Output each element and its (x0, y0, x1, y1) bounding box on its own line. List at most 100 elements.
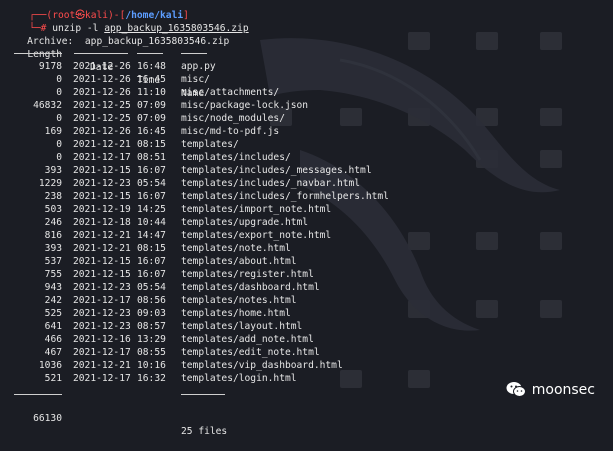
file-date: 2021-12-25 (73, 100, 131, 111)
file-time: 05:54 (137, 282, 166, 293)
file-time: 10:44 (137, 217, 166, 228)
header-rule-name (181, 53, 207, 54)
file-time: 08:15 (137, 139, 166, 150)
file-length: 755 (44, 269, 62, 280)
file-name: app.py (181, 61, 216, 72)
file-time: 08:51 (137, 152, 166, 163)
file-name: templates/upgrade.html (181, 217, 309, 228)
file-name: templates/includes/ (181, 152, 291, 163)
file-name: templates/note.html (181, 243, 291, 254)
file-row: 1229 2021-12-23 05:54 templates/includes/_n… (0, 177, 613, 190)
file-length: 242 (44, 295, 62, 306)
file-time: 16:32 (137, 373, 166, 384)
file-time: 16:07 (137, 256, 166, 267)
terminal-window[interactable]: ┌──(root㉿kali)-[/home/kali] └─# unzip -l… (0, 0, 613, 437)
file-date: 2021-12-16 (73, 334, 131, 345)
prompt-header: ┌──(root㉿kali)-[/home/kali] (29, 10, 189, 21)
file-length: 0 (56, 152, 62, 163)
file-row: 466 2021-12-16 13:29 templates/add_note.htm… (0, 333, 613, 346)
file-row: 0 2021-12-26 11:10 misc/attachments/ (0, 86, 613, 99)
file-length: 0 (56, 87, 62, 98)
file-name: templates/vip_dashboard.html (181, 360, 343, 371)
file-date: 2021-12-21 (73, 139, 131, 150)
file-name: templates/includes/_navbar.html (181, 178, 361, 189)
file-name: misc/md-to-pdf.js (181, 126, 280, 137)
file-row: 467 2021-12-17 08:55 templates/edit_note.ht… (0, 346, 613, 359)
file-length: 393 (44, 165, 62, 176)
file-name: templates/includes/_messages.html (181, 165, 372, 176)
file-name: templates/home.html (181, 308, 291, 319)
file-time: 16:45 (137, 126, 166, 137)
file-time: 14:47 (137, 230, 166, 241)
file-row: 238 2021-12-15 16:07 templates/includes/_fo… (0, 190, 613, 203)
file-name: templates/register.html (181, 269, 314, 280)
file-date: 2021-12-15 (73, 269, 131, 280)
file-date: 2021-12-18 (73, 217, 131, 228)
file-length: 9178 (38, 61, 62, 72)
file-name: misc/ (181, 74, 210, 85)
file-name: misc/attachments/ (181, 87, 280, 98)
file-row: 816 2021-12-21 14:47 templates/export_note.… (0, 229, 613, 242)
file-name: templates/about.html (181, 256, 297, 267)
file-row: 755 2021-12-15 16:07 templates/register.htm… (0, 268, 613, 281)
file-length: 503 (44, 204, 62, 215)
watermark: moonsec (506, 381, 595, 398)
file-time: 16:45 (137, 74, 166, 85)
file-name: templates/export_note.html (181, 230, 332, 241)
file-date: 2021-12-15 (73, 256, 131, 267)
file-time: 14:25 (137, 204, 166, 215)
file-length: 467 (44, 347, 62, 358)
file-date: 2021-12-25 (73, 113, 131, 124)
file-time: 16:07 (137, 165, 166, 176)
file-name: templates/notes.html (181, 295, 297, 306)
file-time: 11:10 (137, 87, 166, 98)
file-length: 816 (44, 230, 62, 241)
file-time: 08:57 (137, 321, 166, 332)
file-date: 2021-12-19 (73, 204, 131, 215)
file-date: 2021-12-26 (73, 74, 131, 85)
file-length: 0 (56, 139, 62, 150)
file-row: 0 2021-12-17 08:51 templates/includes/ (0, 151, 613, 164)
file-row: 393 2021-12-21 08:15 templates/note.html (0, 242, 613, 255)
file-name: templates/ (181, 139, 239, 150)
file-date: 2021-12-17 (73, 373, 131, 384)
file-row: 0 2021-12-25 07:09 misc/node_modules/ (0, 112, 613, 125)
wechat-icon (506, 382, 526, 397)
footer-rule-name (181, 394, 225, 395)
file-length: 0 (56, 74, 62, 85)
file-time: 08:15 (137, 243, 166, 254)
listing-totals: 66130 25 files (0, 399, 613, 437)
file-time: 16:07 (137, 191, 166, 202)
file-time: 08:55 (137, 347, 166, 358)
listing-header: Length Date Time Name (0, 35, 613, 99)
file-time: 05:54 (137, 178, 166, 189)
file-length: 537 (44, 256, 62, 267)
file-row: 9178 2021-12-26 16:48 app.py (0, 60, 613, 73)
file-row: 0 2021-12-21 08:15 templates/ (0, 138, 613, 151)
file-row: 503 2021-12-19 14:25 templates/import_note.… (0, 203, 613, 216)
file-time: 16:48 (137, 61, 166, 72)
file-date: 2021-12-23 (73, 282, 131, 293)
file-name: templates/layout.html (181, 321, 303, 332)
file-length: 521 (44, 373, 62, 384)
file-row: 246 2021-12-18 10:44 templates/upgrade.html (0, 216, 613, 229)
file-date: 2021-12-15 (73, 191, 131, 202)
file-date: 2021-12-23 (73, 178, 131, 189)
file-length: 238 (44, 191, 62, 202)
header-rule-length (14, 53, 62, 54)
file-length: 525 (44, 308, 62, 319)
file-date: 2021-12-17 (73, 347, 131, 358)
file-time: 09:03 (137, 308, 166, 319)
file-date: 2021-12-26 (73, 87, 131, 98)
file-row: 393 2021-12-15 16:07 templates/includes/_me… (0, 164, 613, 177)
file-date: 2021-12-17 (73, 295, 131, 306)
file-date: 2021-12-26 (73, 126, 131, 137)
file-name: templates/import_note.html (181, 204, 332, 215)
file-length: 0 (56, 113, 62, 124)
file-row: 525 2021-12-23 09:03 templates/home.html (0, 307, 613, 320)
file-length: 46832 (33, 100, 62, 111)
file-time: 07:09 (137, 113, 166, 124)
file-time: 13:29 (137, 334, 166, 345)
header-rule-time (137, 53, 163, 54)
file-time: 07:09 (137, 100, 166, 111)
